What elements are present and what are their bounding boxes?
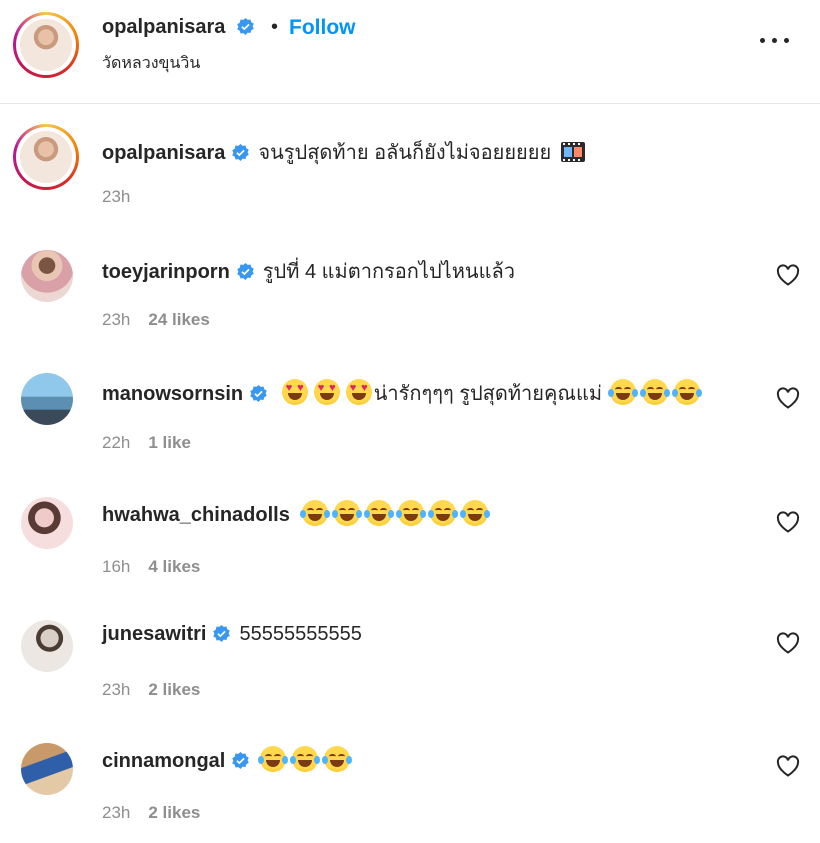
comment-text: รูปที่ 4 แม่ตากรอกไปไหนแล้ว (262, 261, 515, 283)
comment-time[interactable]: 23h (102, 680, 130, 699)
author-avatar[interactable] (13, 12, 79, 78)
separator-dot: • (271, 16, 279, 38)
verified-badge-icon (237, 17, 254, 36)
caption-avatar[interactable] (13, 124, 79, 190)
comment-avatar[interactable] (21, 620, 73, 672)
author-username[interactable]: opalpanisara (102, 16, 225, 38)
follow-button[interactable]: Follow (289, 16, 356, 40)
comment-avatar[interactable] (21, 743, 73, 795)
comment-avatar[interactable] (21, 373, 73, 425)
comment-item: cinnamongal 23h 2 likes (0, 733, 820, 843)
heart-eyes-emoji (345, 379, 372, 405)
comment-item: manowsornsin น่ารักๆๆๆ รูปสุดท้ายคุณแม่ … (0, 363, 820, 486)
tears-of-joy-emoji (459, 500, 490, 526)
verified-badge-icon (232, 143, 250, 162)
comment-likes[interactable]: 4 likes (148, 557, 200, 576)
verified-badge-icon (250, 384, 267, 403)
tears-of-joy-emoji (322, 746, 353, 772)
post-header: opalpanisara • Follow วัดหลวงขุนวิน (0, 0, 820, 104)
tears-of-joy-emoji (395, 500, 426, 526)
caption: opalpanisara จนรูปสุดท้าย อลันก็ยังไม่จอย… (0, 120, 820, 220)
tears-of-joy-emoji (608, 379, 639, 405)
more-options-icon[interactable] (758, 30, 792, 50)
comment-time[interactable]: 22h (102, 433, 130, 452)
tears-of-joy-emoji (290, 746, 321, 772)
tears-of-joy-emoji (672, 379, 703, 405)
tears-of-joy-emoji (427, 500, 458, 526)
heart-outline-icon[interactable] (776, 387, 800, 409)
tears-of-joy-emoji (640, 379, 671, 405)
heart-outline-icon[interactable] (776, 755, 800, 777)
comment-avatar[interactable] (21, 250, 73, 302)
comment-item: toeyjarinporn รูปที่ 4 แม่ตากรอกไปไหนแล้ว… (0, 240, 820, 363)
tears-of-joy-emoji (363, 500, 394, 526)
comment-text: 55555555555 (239, 623, 362, 645)
heart-outline-icon[interactable] (776, 632, 800, 654)
comment-time[interactable]: 16h (102, 557, 130, 576)
comment-username[interactable]: manowsornsin (102, 383, 243, 405)
verified-badge-icon (232, 751, 250, 770)
comment-username[interactable]: cinnamongal (102, 750, 225, 772)
heart-outline-icon[interactable] (776, 264, 800, 286)
heart-eyes-emoji (281, 379, 308, 405)
verified-badge-icon (237, 262, 254, 281)
comment-text: น่ารักๆๆๆ รูปสุดท้ายคุณแม่ (373, 383, 603, 405)
comment-likes[interactable]: 24 likes (148, 310, 209, 329)
comment-item: hwahwa_chinadolls 16h 4 likes (0, 487, 820, 610)
tears-of-joy-emoji (331, 500, 362, 526)
tears-of-joy-emoji (299, 500, 330, 526)
comment-likes[interactable]: 2 likes (148, 803, 200, 822)
caption-username[interactable]: opalpanisara (102, 142, 225, 164)
comment-avatar[interactable] (21, 497, 73, 549)
film-frames-emoji (561, 142, 586, 162)
comment-item: junesawitri 55555555555 23h 2 likes (0, 610, 820, 733)
comment-username[interactable]: hwahwa_chinadolls (102, 504, 290, 526)
caption-time[interactable]: 23h (102, 187, 130, 206)
comment-time[interactable]: 23h (102, 803, 130, 822)
post-location[interactable]: วัดหลวงขุนวิน (102, 51, 200, 76)
comment-likes[interactable]: 1 like (148, 433, 191, 452)
caption-text: จนรูปสุดท้าย อลันก็ยังไม่จอยยยยย (258, 142, 552, 164)
tears-of-joy-emoji (258, 746, 289, 772)
comment-likes[interactable]: 2 likes (148, 680, 200, 699)
verified-badge-icon (213, 624, 231, 643)
comment-username[interactable]: toeyjarinporn (102, 261, 230, 283)
comment-time[interactable]: 23h (102, 310, 130, 329)
comment-username[interactable]: junesawitri (102, 623, 206, 645)
heart-eyes-emoji (313, 379, 340, 405)
heart-outline-icon[interactable] (776, 511, 800, 533)
